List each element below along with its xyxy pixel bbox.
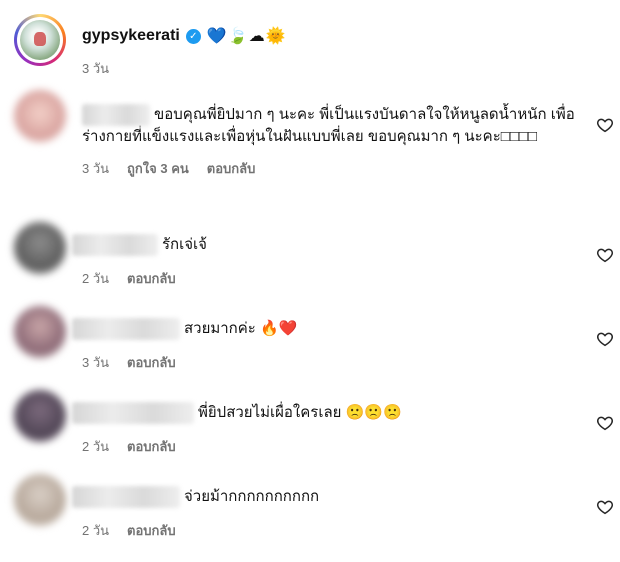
reply-button[interactable]: ตอบกลับ <box>127 436 176 457</box>
comment-body: สวยมากค่ะ 🔥❤️ 3 วัน ตอบกลับ <box>72 318 572 373</box>
reply-button[interactable]: ตอบกลับ <box>127 268 176 289</box>
blurred-username[interactable] <box>82 104 150 127</box>
comment-item: ขอบคุณพี่ยิปมาก ๆ นะคะ พี่เป็นแรงบันดาลใ… <box>14 90 614 200</box>
blurred-username[interactable] <box>72 486 180 509</box>
comment-time[interactable]: 3 วัน <box>82 352 109 373</box>
comment-avatar[interactable] <box>14 390 66 442</box>
comment-text: รักเจ่เจ้ <box>162 236 207 253</box>
comment-meta: 2 วัน ตอบกลับ <box>72 520 572 541</box>
comment-item: จ่วยม้ากกกกกกกกกก 2 วัน ตอบกลับ <box>14 474 614 544</box>
post-author: gypsykeerati ✓ 💙🍃☁🌞 <box>82 26 287 46</box>
comment-item: สวยมากค่ะ 🔥❤️ 3 วัน ตอบกลับ <box>14 306 614 376</box>
reply-button[interactable]: ตอบกลับ <box>127 520 176 541</box>
comment-body: พี่ยิปสวยไม่เผื่อใครเลย 🙁🙁🙁 2 วัน ตอบกลั… <box>72 402 572 457</box>
comment-item: พี่ยิปสวยไม่เผื่อใครเลย 🙁🙁🙁 2 วัน ตอบกลั… <box>14 390 614 460</box>
blurred-username[interactable] <box>72 318 180 341</box>
comment-time[interactable]: 3 วัน <box>82 158 109 179</box>
comment-text: ขอบคุณพี่ยิปมาก ๆ นะคะ พี่เป็นแรงบันดาลใ… <box>82 106 575 146</box>
comment-avatar[interactable] <box>14 222 66 274</box>
like-heart-icon[interactable] <box>596 414 614 432</box>
comment-text: พี่ยิปสวยไม่เผื่อใครเลย 🙁🙁🙁 <box>198 404 402 421</box>
comment-text: สวยมากค่ะ 🔥❤️ <box>184 320 298 337</box>
like-heart-icon[interactable] <box>596 246 614 264</box>
post-author-avatar[interactable] <box>14 14 66 66</box>
comment-body: รักเจ่เจ้ 2 วัน ตอบกลับ <box>72 234 572 289</box>
comment-avatar[interactable] <box>14 306 66 358</box>
username-emojis: 💙🍃☁🌞 <box>206 28 287 45</box>
like-heart-icon[interactable] <box>596 498 614 516</box>
comment-body: จ่วยม้ากกกกกกกกกก 2 วัน ตอบกลับ <box>72 486 572 541</box>
blurred-username[interactable] <box>72 402 194 425</box>
like-heart-icon[interactable] <box>596 330 614 348</box>
comment-meta: 2 วัน ตอบกลับ <box>72 268 572 289</box>
comment-time[interactable]: 2 วัน <box>82 436 109 457</box>
comment-body: ขอบคุณพี่ยิปมาก ๆ นะคะ พี่เป็นแรงบันดาลใ… <box>82 104 582 179</box>
comment-text: จ่วยม้ากกกกกกกกกก <box>184 488 320 505</box>
comment-time[interactable]: 2 วัน <box>82 268 109 289</box>
blurred-username[interactable] <box>72 234 158 257</box>
reply-button[interactable]: ตอบกลับ <box>127 352 176 373</box>
comment-meta: 2 วัน ตอบกลับ <box>72 436 572 457</box>
comment-meta: 3 วัน ตอบกลับ <box>72 352 572 373</box>
comment-text-row: ขอบคุณพี่ยิปมาก ๆ นะคะ พี่เป็นแรงบันดาลใ… <box>82 104 582 148</box>
post-time[interactable]: 3 วัน <box>82 58 109 79</box>
comment-meta: 3 วัน ถูกใจ 3 คน ตอบกลับ <box>82 158 582 179</box>
comment-text-row: รักเจ่เจ้ <box>72 234 572 257</box>
post-username[interactable]: gypsykeerati <box>82 27 180 45</box>
comment-text-row: สวยมากค่ะ 🔥❤️ <box>72 318 572 341</box>
comment-text-row: จ่วยม้ากกกกกกกกกก <box>72 486 572 509</box>
comment-avatar[interactable] <box>14 90 66 142</box>
verified-badge-icon: ✓ <box>185 28 201 44</box>
post-header: gypsykeerati ✓ 💙🍃☁🌞 3 วัน <box>14 14 614 84</box>
comment-text-row: พี่ยิปสวยไม่เผื่อใครเลย 🙁🙁🙁 <box>72 402 572 425</box>
comment-item: รักเจ่เจ้ 2 วัน ตอบกลับ <box>14 222 614 292</box>
comment-likes[interactable]: ถูกใจ 3 คน <box>127 158 189 179</box>
reply-button[interactable]: ตอบกลับ <box>207 158 256 179</box>
like-heart-icon[interactable] <box>596 116 614 134</box>
comment-time[interactable]: 2 วัน <box>82 520 109 541</box>
comment-avatar[interactable] <box>14 474 66 526</box>
